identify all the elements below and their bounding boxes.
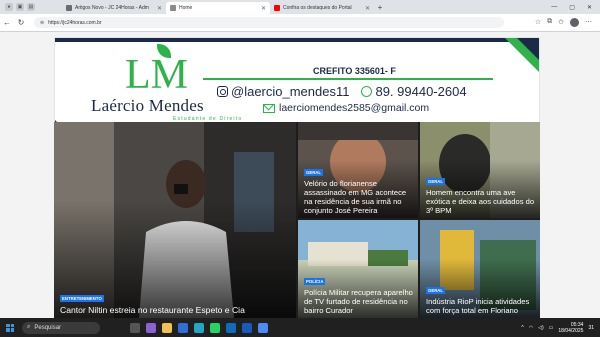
extensions-icon[interactable]: ⧉ xyxy=(547,18,552,27)
news-caption: ENTRETENIMENTO Cantor Niltin estreia no … xyxy=(60,287,291,315)
volume-icon[interactable]: ◁) xyxy=(538,325,544,331)
whatsapp-icon xyxy=(361,86,373,97)
menu-icon[interactable]: ⋯ xyxy=(585,18,592,27)
maximize-button[interactable]: ▢ xyxy=(569,4,575,11)
tab-title: Artigos Novo - JC 24Horas - Adm xyxy=(75,5,149,11)
news-caption: GERAL Velório do florianense assassinado… xyxy=(304,161,413,215)
profile-icon[interactable]: ● xyxy=(5,3,13,11)
window-icons: ● ▣ ▤ xyxy=(0,3,62,11)
tab-artigos[interactable]: Artigos Novo - JC 24Horas - Adm ✕ xyxy=(62,2,166,14)
site-favicon-icon xyxy=(170,5,176,11)
copilot-icon[interactable] xyxy=(146,322,156,333)
category-badge[interactable]: GERAL xyxy=(426,178,446,185)
windows-taskbar: ⌕ Pesquisar ^ ◠ ◁) ▭ 05:34 18/04/2025 31 xyxy=(0,318,600,337)
date-text: 18/04/2025 xyxy=(558,327,584,334)
start-button[interactable] xyxy=(6,323,14,332)
address-toolbar: ← ↻ ⊜ https://jc24horas.com.br ☆ ⧉ ✩ ⋯ xyxy=(0,14,600,32)
phone-number: 89. 99440-2604 xyxy=(375,84,467,99)
site-favicon-icon xyxy=(66,5,72,11)
back-arrow-icon[interactable]: ← xyxy=(0,18,14,27)
email-icon xyxy=(263,103,275,113)
close-icon[interactable]: ✕ xyxy=(365,5,370,12)
browser-tab-bar: ● ▣ ▤ Artigos Novo - JC 24Horas - Adm ✕ … xyxy=(0,0,600,14)
workspaces-icon[interactable]: ▣ xyxy=(16,3,24,11)
address-bar[interactable]: ⊜ https://jc24horas.com.br xyxy=(34,17,504,28)
divider xyxy=(203,78,493,80)
url-text: https://jc24horas.com.br xyxy=(48,19,102,26)
news-card[interactable]: GERAL Velório do florianense assassinado… xyxy=(298,122,418,218)
avatar[interactable] xyxy=(570,18,579,27)
minimize-button[interactable]: — xyxy=(551,4,557,11)
corner-decoration xyxy=(517,38,539,60)
news-caption: GERAL Homem encontra uma ave exótica e d… xyxy=(426,170,535,215)
logo-initials: LM xyxy=(125,52,189,98)
close-window-button[interactable]: ✕ xyxy=(587,4,592,11)
news-card-main[interactable]: ENTRETENIMENTO Cantor Niltin estreia no … xyxy=(54,122,296,318)
chevron-up-icon[interactable]: ^ xyxy=(521,325,523,331)
whatsapp-icon[interactable] xyxy=(210,322,220,333)
banner-top-line xyxy=(55,38,539,42)
news-card[interactable]: GERAL Homem encontra uma ave exótica e d… xyxy=(420,122,540,218)
outlook-icon[interactable] xyxy=(226,322,236,333)
news-card[interactable]: GERAL Indústria RioP inicia atividades c… xyxy=(420,220,540,318)
tab-title: Confira os destaques do Portal xyxy=(283,5,352,11)
taskbar-search[interactable]: ⌕ Pesquisar xyxy=(22,321,100,334)
news-caption: GERAL Indústria RioP inicia atividades c… xyxy=(426,279,535,315)
news-card[interactable]: POLÍCIA Polícia Militar recupera aparelh… xyxy=(298,220,418,318)
news-caption: POLÍCIA Polícia Militar recupera aparelh… xyxy=(304,270,413,315)
instagram-icon xyxy=(217,86,228,97)
search-placeholder: Pesquisar xyxy=(34,324,62,331)
category-badge[interactable]: GERAL xyxy=(426,287,446,294)
search-icon: ⌕ xyxy=(27,324,31,330)
category-badge[interactable]: ENTRETENIMENTO xyxy=(60,295,104,302)
instagram-handle: @laercio_mendes11 xyxy=(231,84,350,99)
news-headline[interactable]: Velório do florianense assassinado em MG… xyxy=(304,179,413,215)
youtube-icon xyxy=(274,5,280,11)
news-headline[interactable]: Cantor Niltin estreia no restaurante Esp… xyxy=(60,305,291,315)
pinned-apps xyxy=(130,322,268,333)
news-headline[interactable]: Indústria RioP inicia atividades com for… xyxy=(426,297,535,315)
close-icon[interactable]: ✕ xyxy=(157,5,162,12)
tab-home[interactable]: Home ✕ xyxy=(166,2,270,14)
email-line: laerciomendes2585@gmail.com xyxy=(263,102,429,114)
reload-icon[interactable]: ↻ xyxy=(14,18,28,27)
news-grid: ENTRETENIMENTO Cantor Niltin estreia no … xyxy=(54,122,540,318)
app-icon[interactable] xyxy=(258,322,268,333)
site-info-icon[interactable]: ⊜ xyxy=(40,20,44,26)
word-icon[interactable] xyxy=(242,322,252,333)
news-headline[interactable]: Polícia Militar recupera aparelho de TV … xyxy=(304,288,413,315)
new-tab-button[interactable]: + xyxy=(374,3,386,12)
page-content: LM Laércio Mendes Estudante de Direito C… xyxy=(0,33,600,318)
battery-icon[interactable]: ▭ xyxy=(549,325,554,331)
contact-line: @laercio_mendes11 89. 99440-2604 xyxy=(217,84,467,99)
tab-confira[interactable]: Confira os destaques do Portal ✕ xyxy=(270,2,374,14)
window-controls: — ▢ ✕ xyxy=(551,4,600,11)
tab-title: Home xyxy=(179,5,193,11)
system-tray: ^ ◠ ◁) ▭ 05:34 18/04/2025 31 xyxy=(521,322,600,334)
credential-text: CREFITO 335601- F xyxy=(313,66,396,76)
task-view-icon[interactable] xyxy=(130,322,140,333)
tab-actions-icon[interactable]: ▤ xyxy=(27,3,35,11)
news-headline[interactable]: Homem encontra uma ave exótica e deixa a… xyxy=(426,188,535,215)
toolbar-right: ☆ ⧉ ✩ ⋯ xyxy=(535,18,600,27)
email-address: laerciomendes2585@gmail.com xyxy=(279,102,430,114)
app-icon[interactable] xyxy=(178,322,188,333)
category-badge[interactable]: POLÍCIA xyxy=(304,278,326,285)
bookmark-star-icon[interactable]: ☆ xyxy=(535,18,541,27)
favorites-icon[interactable]: ✩ xyxy=(558,18,564,27)
notification-badge[interactable]: 31 xyxy=(588,325,594,331)
close-icon[interactable]: ✕ xyxy=(261,5,266,12)
wifi-icon[interactable]: ◠ xyxy=(529,325,533,331)
category-badge[interactable]: GERAL xyxy=(304,169,324,176)
logo-name: Laércio Mendes xyxy=(91,96,204,115)
edge-browser-icon[interactable] xyxy=(194,322,204,333)
file-explorer-icon[interactable] xyxy=(162,322,172,333)
clock[interactable]: 05:34 18/04/2025 xyxy=(558,322,583,334)
